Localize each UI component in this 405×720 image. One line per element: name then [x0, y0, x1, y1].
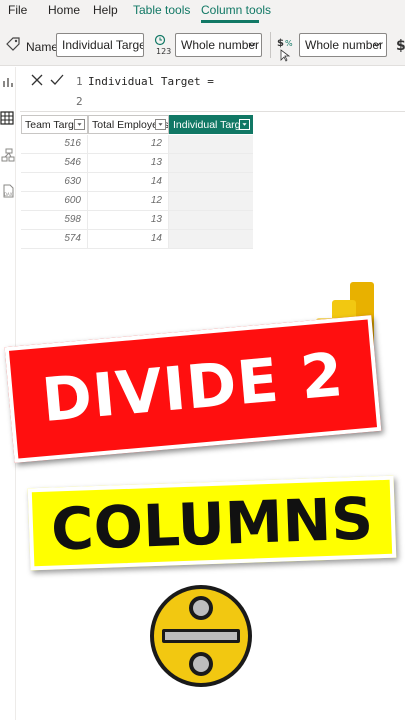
data-type-icon: 123: [154, 34, 171, 56]
formula-editor[interactable]: 1 Individual Target = 2: [76, 72, 396, 112]
column-name-input[interactable]: Individual Target: [56, 33, 144, 57]
menu-help[interactable]: Help: [93, 3, 118, 17]
cell-team-target[interactable]: 574: [21, 230, 88, 249]
title-banner-red: DIVIDE 2: [4, 315, 382, 463]
formula-line: 2: [76, 92, 396, 112]
cell-team-target[interactable]: 546: [21, 154, 88, 173]
tag-icon: [6, 37, 20, 51]
filter-dropdown-icon[interactable]: [74, 119, 85, 130]
cell-team-target[interactable]: 598: [21, 211, 88, 230]
model-view-icon[interactable]: [1, 148, 15, 162]
column-header-team-target[interactable]: Team Target: [21, 115, 88, 134]
table-view-icon[interactable]: [0, 111, 14, 125]
title-line-2: COLUMNS: [49, 484, 375, 564]
cell-individual-target[interactable]: [169, 173, 253, 192]
menu-file[interactable]: File: [8, 3, 27, 17]
menu-home[interactable]: Home: [48, 3, 80, 17]
cell-individual-target[interactable]: [169, 192, 253, 211]
title-banner-yellow: COLUMNS: [27, 475, 397, 571]
ribbon-separator: [270, 32, 271, 58]
cell-total-employees[interactable]: 14: [88, 230, 169, 249]
formula-bar-divider: [20, 111, 405, 112]
active-tab-indicator: [201, 20, 259, 23]
commit-formula-icon[interactable]: [50, 73, 64, 87]
dax-query-icon[interactable]: DAX: [1, 184, 15, 198]
cell-individual-target[interactable]: [169, 135, 253, 154]
format-icon[interactable]: $ %: [277, 34, 297, 62]
title-line-1: DIVIDE 2: [39, 339, 347, 437]
svg-text:%: %: [285, 39, 293, 48]
svg-text:$: $: [396, 38, 405, 54]
report-view-icon[interactable]: [1, 75, 15, 89]
ribbon-tab-bar: File Home Help Table tools Column tools: [0, 0, 405, 24]
cell-total-employees[interactable]: 14: [88, 173, 169, 192]
formula-line: 1 Individual Target =: [76, 72, 396, 92]
filter-dropdown-icon[interactable]: [155, 119, 166, 130]
cell-team-target[interactable]: 630: [21, 173, 88, 192]
svg-text:DAX: DAX: [4, 192, 13, 197]
tab-column-tools[interactable]: Column tools: [201, 3, 271, 17]
ribbon-toolbar: Name Individual Target 123 Whole number …: [0, 24, 405, 66]
cell-total-employees[interactable]: 13: [88, 211, 169, 230]
cancel-formula-icon[interactable]: [30, 73, 44, 87]
format-dropdown[interactable]: Whole number: [299, 33, 387, 57]
filter-dropdown-icon[interactable]: [239, 119, 250, 130]
currency-icon[interactable]: $: [396, 36, 405, 54]
cell-individual-target[interactable]: [169, 230, 253, 249]
column-header-total-employees[interactable]: Total Employees: [88, 115, 169, 134]
divide-icon: [150, 585, 252, 687]
column-header-individual-target[interactable]: Individual Target: [169, 115, 253, 134]
cell-team-target[interactable]: 516: [21, 135, 88, 154]
formula-actions: [22, 68, 72, 92]
chevron-down-icon: [373, 42, 381, 47]
cell-total-employees[interactable]: 12: [88, 135, 169, 154]
line-number: 1: [76, 75, 83, 88]
svg-text:$: $: [277, 38, 284, 49]
data-type-dropdown[interactable]: Whole number: [175, 33, 262, 57]
cell-individual-target[interactable]: [169, 211, 253, 230]
cell-team-target[interactable]: 600: [21, 192, 88, 211]
chevron-down-icon: [248, 42, 256, 47]
cell-total-employees[interactable]: 12: [88, 192, 169, 211]
formula-line-text: Individual Target =: [88, 75, 214, 88]
column-header-label: Individual Target: [173, 119, 250, 131]
name-label: Name: [26, 40, 59, 54]
cell-individual-target[interactable]: [169, 154, 253, 173]
line-number: 2: [76, 95, 83, 108]
cell-total-employees[interactable]: 13: [88, 154, 169, 173]
tab-table-tools[interactable]: Table tools: [133, 3, 190, 17]
svg-text:123: 123: [156, 47, 171, 56]
